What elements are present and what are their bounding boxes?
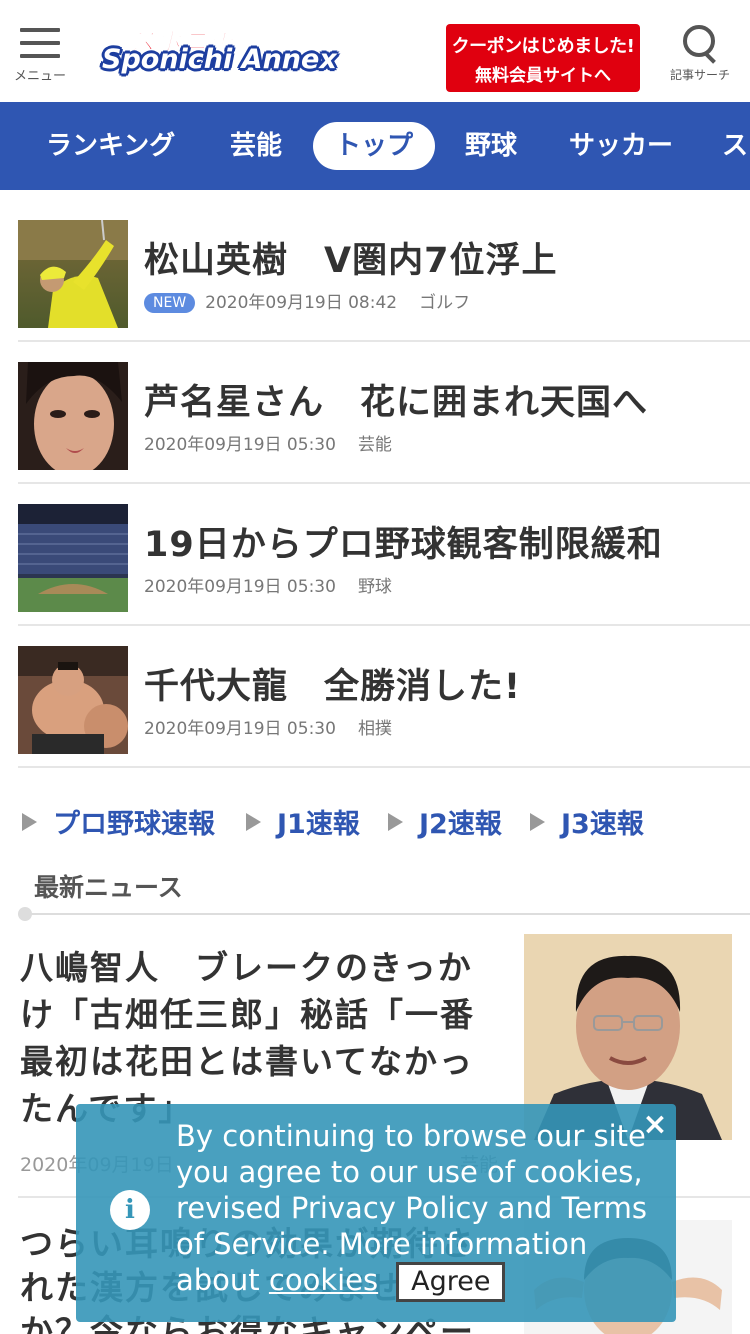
- site-header: メニュー スポニチ Sponichi Annex クーポンはじめました! 無料会…: [0, 0, 750, 102]
- article-date: 2020年09月19日 05:30: [144, 435, 336, 455]
- top-article-item[interactable]: 19日からプロ野球観客制限緩和 2020年09月19日 05:30 野球: [18, 484, 750, 626]
- info-icon: i: [110, 1190, 150, 1230]
- tab-more[interactable]: ス: [722, 122, 748, 170]
- close-icon[interactable]: ×: [642, 1110, 668, 1140]
- coupon-line1: クーポンはじめました!: [451, 36, 635, 57]
- article-category: 野球: [357, 577, 392, 597]
- cookies-link[interactable]: cookies: [269, 1263, 378, 1297]
- article-meta: 2020年09月19日 05:30 相撲: [144, 714, 392, 739]
- quick-link-label: J2速報: [419, 809, 502, 840]
- tab-entertainment[interactable]: 芸能: [230, 122, 282, 170]
- article-date: 2020年09月19日 08:42: [205, 293, 398, 313]
- tab-soccer[interactable]: サッカー: [569, 122, 673, 170]
- menu-label: メニュー: [13, 69, 66, 84]
- search-button[interactable]: 記事サーチ: [662, 22, 738, 86]
- article-date: 2020年09月19日 05:30: [144, 719, 336, 739]
- article-category: 芸能: [357, 435, 392, 455]
- stadium-photo: [18, 504, 128, 612]
- coupon-banner-button[interactable]: クーポンはじめました! 無料会員サイトへ: [446, 24, 640, 92]
- golfer-photo: [18, 220, 128, 328]
- triangle-right-icon: [530, 813, 545, 831]
- article-meta: 2020年09月19日 05:30 芸能: [144, 430, 392, 455]
- tab-ranking[interactable]: ランキング: [46, 122, 175, 170]
- article-title[interactable]: 松山英樹 V圏内7位浮上: [144, 232, 557, 283]
- article-title[interactable]: 19日からプロ野球観客制限緩和: [144, 516, 663, 567]
- portrait-photo: [18, 362, 128, 470]
- site-logo[interactable]: スポニチ Sponichi Annex: [102, 22, 372, 80]
- triangle-right-icon: [22, 813, 37, 831]
- tab-top[interactable]: トップ: [313, 122, 436, 170]
- search-label: 記事サーチ: [669, 68, 730, 82]
- article-title[interactable]: 芦名星さん 花に囲まれ天国へ: [144, 374, 648, 425]
- hamburger-icon: [20, 28, 60, 58]
- latest-news-heading: 最新ニュース: [34, 873, 183, 902]
- triangle-right-icon: [246, 813, 261, 831]
- logo-main-text: Sponichi Annex: [102, 44, 337, 75]
- sumo-photo: [18, 646, 128, 754]
- article-title[interactable]: 千代大龍 全勝消した!: [144, 658, 521, 709]
- quick-link-j2[interactable]: J2速報: [388, 802, 502, 841]
- article-category: 相撲: [357, 719, 392, 739]
- new-badge: NEW: [144, 293, 196, 313]
- triangle-right-icon: [388, 813, 403, 831]
- category-nav: ランキング 芸能 トップ 野球 サッカー ス: [0, 102, 750, 190]
- agree-button[interactable]: Agree: [396, 1262, 506, 1302]
- top-article-list: 松山英樹 V圏内7位浮上 NEW 2020年09月19日 08:42 ゴルフ 芦名星…: [18, 200, 750, 768]
- divider-dot: [18, 907, 32, 921]
- top-article-item[interactable]: 千代大龍 全勝消した! 2020年09月19日 05:30 相撲: [18, 626, 750, 768]
- article-date: 2020年09月19日 05:30: [144, 577, 336, 597]
- quick-link-baseball[interactable]: プロ野球速報: [22, 802, 215, 841]
- quick-link-label: J1速報: [277, 809, 360, 840]
- article-category: ゴルフ: [419, 293, 471, 313]
- cookie-message: By continuing to browse our site you agr…: [176, 1118, 666, 1302]
- coupon-line2: 無料会員サイトへ: [475, 66, 611, 86]
- divider: [18, 913, 750, 915]
- quick-link-label: J3速報: [561, 809, 644, 840]
- quick-links: プロ野球速報 J1速報 J2速報 J3速報: [22, 802, 750, 842]
- article-meta: NEW 2020年09月19日 08:42 ゴルフ: [144, 288, 470, 313]
- top-article-item[interactable]: 松山英樹 V圏内7位浮上 NEW 2020年09月19日 08:42 ゴルフ: [18, 200, 750, 342]
- menu-button[interactable]: メニュー: [10, 24, 70, 84]
- cookie-banner: i By continuing to browse our site you a…: [76, 1104, 676, 1322]
- article-meta: 2020年09月19日 05:30 野球: [144, 572, 392, 597]
- top-article-item[interactable]: 芦名星さん 花に囲まれ天国へ 2020年09月19日 05:30 芸能: [18, 342, 750, 484]
- search-icon: [680, 22, 720, 62]
- quick-link-label: プロ野球速報: [53, 809, 215, 840]
- quick-link-j3[interactable]: J3速報: [530, 802, 644, 841]
- quick-link-j1[interactable]: J1速報: [246, 802, 360, 841]
- tab-baseball[interactable]: 野球: [465, 122, 517, 170]
